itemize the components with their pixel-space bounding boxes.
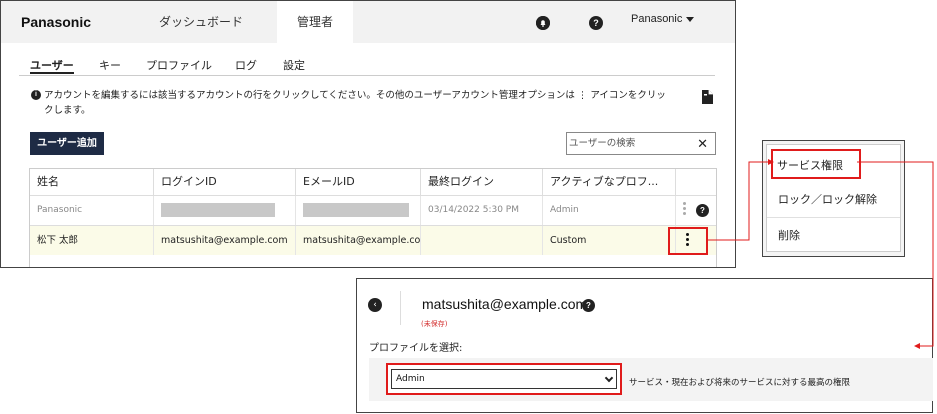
tab-profiles[interactable]: プロファイル — [146, 57, 212, 73]
help-icon[interactable]: ? — [589, 16, 603, 30]
help-icon[interactable]: ? — [696, 204, 709, 217]
detail-email: matsushita@example.com — [422, 296, 588, 312]
add-user-button[interactable]: ユーザー追加 — [30, 132, 104, 155]
kebab-menu-icon[interactable] — [686, 233, 689, 248]
search-input[interactable] — [569, 136, 689, 151]
user-menu-label: Panasonic — [631, 13, 683, 25]
column-header-name[interactable]: 姓名 — [30, 169, 154, 195]
nav-dashboard[interactable]: ダッシュボード — [141, 1, 261, 43]
menu-item-delete[interactable]: 削除 — [767, 218, 900, 254]
menu-item-lock-unlock[interactable]: ロック／ロック解除 — [767, 182, 900, 218]
cell-email-id — [296, 196, 421, 225]
cell-last-login: 03/14/2022 5:30 PM — [421, 196, 543, 225]
cell-profile: Custom — [543, 226, 676, 255]
menu-item-service-permissions[interactable]: サービス権限 — [771, 149, 861, 179]
profile-description: サービス・現在および将来のサービスに対する最高の権限 — [629, 378, 851, 388]
column-header-actions — [676, 169, 716, 195]
profile-select[interactable]: Admin — [391, 369, 617, 389]
cell-login-id: matsushita@example.com — [154, 226, 296, 255]
cell-name: 松下 太郎 — [30, 226, 154, 255]
user-table: 姓名 ログインID EメールID 最終ログイン アクティブなプロフ... Pan… — [29, 168, 717, 267]
unsaved-indicator: (未保存) — [421, 320, 448, 328]
header-divider — [400, 291, 401, 325]
cell-profile: Admin — [543, 196, 676, 225]
user-menu[interactable]: Panasonic — [631, 13, 695, 25]
caret-down-icon — [686, 16, 695, 22]
brand-logo: Panasonic — [21, 14, 92, 30]
tab-users[interactable]: ユーザー — [30, 57, 74, 74]
redacted-block — [161, 203, 275, 217]
tab-settings[interactable]: 設定 — [283, 57, 305, 73]
column-header-login-id[interactable]: ログインID — [154, 169, 296, 195]
search-box: ✕ — [566, 132, 716, 155]
user-detail-panel: ‹ matsushita@example.com ? (未保存) プロファイルを… — [356, 278, 933, 413]
cell-last-login — [421, 226, 543, 255]
tab-logs[interactable]: ログ — [235, 57, 257, 73]
document-icon[interactable] — [701, 89, 714, 105]
kebab-menu-icon[interactable] — [683, 202, 686, 217]
column-header-last-login[interactable]: 最終ログイン — [421, 169, 543, 195]
cell-actions: ? — [676, 196, 716, 225]
column-header-email-id[interactable]: EメールID — [296, 169, 421, 195]
info-text: アカウントを編集するには該当するアカウントの行をクリックしてください。その他のユ… — [44, 90, 666, 116]
back-icon[interactable]: ‹ — [368, 298, 382, 312]
cell-name: Panasonic — [30, 196, 154, 225]
column-header-active-profile[interactable]: アクティブなプロフ... — [543, 169, 676, 195]
table-row[interactable]: Panasonic 03/14/2022 5:30 PM Admin ? — [30, 195, 716, 225]
context-menu: ロック／ロック解除 削除 サービス権限 — [762, 140, 905, 257]
profile-select-highlight: Admin — [386, 363, 622, 395]
close-icon[interactable]: ✕ — [697, 136, 708, 151]
tab-keys[interactable]: キー — [99, 57, 121, 73]
admin-window: Panasonic ダッシュボード 管理者 ? Panasonic ユーザー キ… — [0, 0, 736, 268]
cell-login-id — [154, 196, 296, 225]
cell-email-id: matsushita@example.com — [296, 226, 421, 255]
profile-select-label: プロファイルを選択: — [369, 343, 463, 354]
cell-actions — [668, 226, 716, 255]
help-icon[interactable]: ? — [582, 299, 595, 312]
top-nav-bar: Panasonic ダッシュボード 管理者 ? Panasonic — [1, 1, 735, 43]
nav-admin[interactable]: 管理者 — [277, 1, 353, 43]
chevron-down-icon — [604, 373, 614, 383]
tab-divider — [19, 75, 715, 76]
bell-icon[interactable] — [536, 16, 550, 30]
info-icon: i — [31, 90, 41, 100]
profile-select-value: Admin — [396, 374, 425, 384]
table-row[interactable]: 松下 太郎 matsushita@example.com matsushita@… — [30, 225, 716, 255]
context-menu-list: ロック／ロック解除 削除 サービス権限 — [766, 144, 901, 252]
redacted-block — [303, 203, 409, 217]
